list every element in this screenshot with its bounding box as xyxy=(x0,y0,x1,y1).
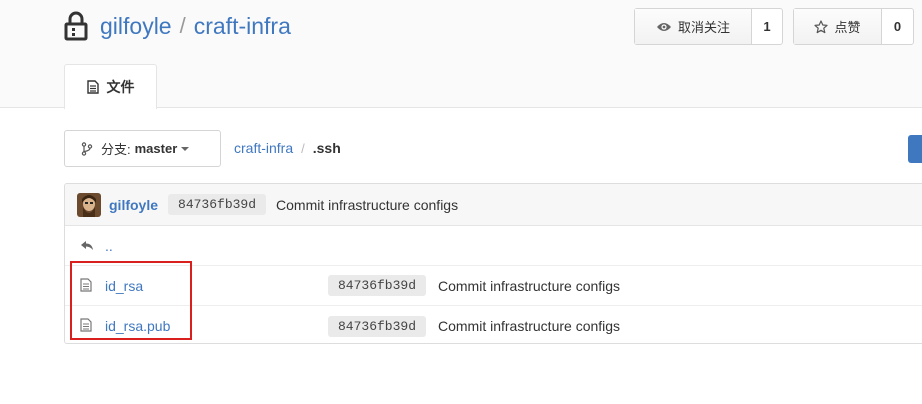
file-commit-message[interactable]: Commit infrastructure configs xyxy=(438,278,620,294)
file-name-link[interactable]: id_rsa.pub xyxy=(105,318,170,334)
branch-prefix: 分支: xyxy=(101,142,131,157)
branch-name: master xyxy=(134,141,178,156)
unwatch-button[interactable]: 取消关注 xyxy=(635,9,752,44)
commit-sha-label[interactable]: 84736fb39d xyxy=(168,194,267,215)
repo-title: gilfoyle / craft-infra xyxy=(64,10,291,42)
repo-name-link[interactable]: craft-infra xyxy=(194,13,291,40)
star-button-group: 点赞 0 xyxy=(793,8,914,45)
file-name-link[interactable]: id_rsa xyxy=(105,278,143,294)
watch-button-group: 取消关注 1 xyxy=(634,8,783,45)
breadcrumb: craft-infra / .ssh xyxy=(234,140,341,156)
star-icon xyxy=(814,19,829,33)
avatar[interactable] xyxy=(77,192,101,217)
star-button[interactable]: 点赞 xyxy=(794,9,882,44)
parent-directory-link[interactable]: .. xyxy=(105,238,113,254)
file-list: gilfoyle 84736fb39d Commit infrastructur… xyxy=(64,183,922,344)
unwatch-button-label: 取消关注 xyxy=(677,20,730,35)
file-icon xyxy=(80,278,92,292)
breadcrumb-current: .ssh xyxy=(312,140,341,156)
latest-commit-bar: gilfoyle 84736fb39d Commit infrastructur… xyxy=(65,184,922,226)
tab-files-label: 文件 xyxy=(106,79,135,95)
table-row[interactable]: id_rsa 84736fb39d Commit infrastructure … xyxy=(65,266,922,306)
stars-count[interactable]: 0 xyxy=(882,9,913,44)
branch-selector[interactable]: 分支: master xyxy=(64,130,221,167)
branch-icon xyxy=(81,141,93,156)
parent-directory-row[interactable]: .. xyxy=(65,226,922,266)
breadcrumb-separator: / xyxy=(301,140,305,156)
repo-header: gilfoyle / craft-infra 取消关注 1 点赞 0 文件 xyxy=(0,0,922,109)
watchers-count[interactable]: 1 xyxy=(752,9,782,44)
file-commit-sha[interactable]: 84736fb39d xyxy=(328,275,427,296)
reply-arrow-icon xyxy=(81,241,93,250)
table-row[interactable]: id_rsa.pub 84736fb39d Commit infrastruct… xyxy=(65,306,922,343)
commit-message[interactable]: Commit infrastructure configs xyxy=(276,197,458,213)
repo-owner-link[interactable]: gilfoyle xyxy=(100,13,172,40)
repo-separator: / xyxy=(179,13,186,38)
file-icon xyxy=(80,318,92,332)
lock-icon xyxy=(64,11,88,41)
eye-icon xyxy=(656,22,671,31)
breadcrumb-root-link[interactable]: craft-infra xyxy=(234,140,293,156)
tab-files[interactable]: 文件 xyxy=(64,64,157,109)
commit-author-link[interactable]: gilfoyle xyxy=(109,197,158,213)
star-button-label: 点赞 xyxy=(834,20,861,35)
chevron-down-icon xyxy=(181,146,190,151)
file-commit-sha[interactable]: 84736fb39d xyxy=(328,315,427,337)
file-commit-message[interactable]: Commit infrastructure configs xyxy=(438,318,620,334)
action-button[interactable] xyxy=(908,135,922,163)
file-icon xyxy=(86,80,99,94)
